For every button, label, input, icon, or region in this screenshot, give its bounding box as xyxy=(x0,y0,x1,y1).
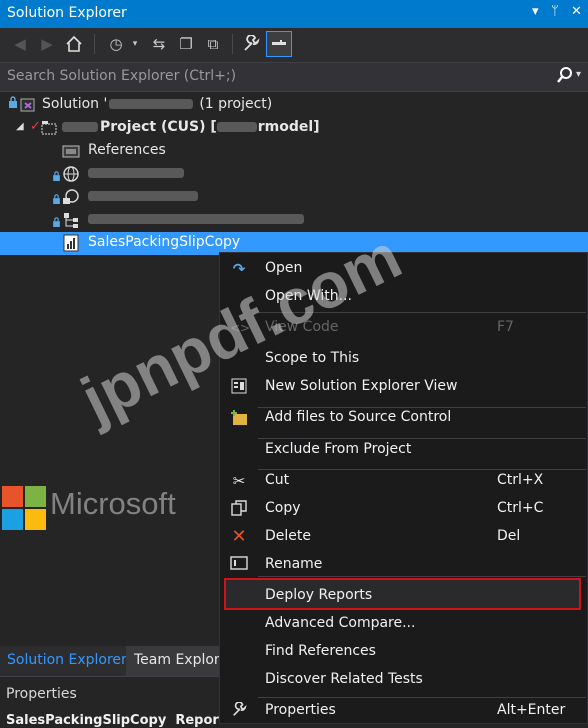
open-icon: ↷ xyxy=(232,260,246,278)
menu-item-properties[interactable]: Properties Alt+Enter xyxy=(220,697,587,725)
menu-item-exclude-from-project[interactable]: Exclude From Project xyxy=(220,436,587,464)
report-icon xyxy=(62,234,80,252)
tab-team-explorer[interactable]: Team Explore xyxy=(134,652,228,668)
rename-icon xyxy=(230,556,248,574)
properties-object: SalesPackingSlipCopy Report F xyxy=(6,713,239,728)
expand-arrow-icon[interactable]: ◢ xyxy=(16,121,24,132)
home-icon[interactable] xyxy=(63,33,85,55)
title-bar: Solution Explorer ▾ ᛘ ✕ xyxy=(0,0,588,28)
search-options-icon[interactable]: ▾ xyxy=(576,69,581,80)
search-bar[interactable]: Search Solution Explorer (Ctrl+;) ▾ xyxy=(0,62,588,92)
menu-item-advanced-compare[interactable]: Advanced Compare... xyxy=(220,610,587,638)
lock-icon xyxy=(53,169,60,185)
properties-title: Properties xyxy=(6,686,77,702)
hierarchy-icon xyxy=(62,211,80,229)
project-model: rmodel] xyxy=(257,119,320,135)
cut-icon: ✂ xyxy=(232,472,246,490)
globe-icon xyxy=(62,165,80,183)
search-icon[interactable] xyxy=(556,66,574,88)
redacted-text xyxy=(88,214,304,224)
bottom-tabs: Solution Explorer Team Explore xyxy=(0,646,228,676)
menu-item-discover-related-tests[interactable]: Discover Related Tests xyxy=(220,666,587,694)
menu-item-copy[interactable]: Copy Ctrl+C xyxy=(220,495,587,523)
menu-item-rename[interactable]: Rename xyxy=(220,551,587,579)
redacted-text xyxy=(88,168,184,178)
microsoft-logo xyxy=(2,486,46,534)
wrench-icon[interactable] xyxy=(240,33,262,55)
menu-item-find-references[interactable]: Find References xyxy=(220,638,587,666)
tree-item-redacted-1[interactable] xyxy=(0,163,588,186)
redacted-text xyxy=(109,99,194,109)
tree-item-solution[interactable]: Solution ' (1 project) xyxy=(0,94,588,117)
project-label: Project (CUS) [ xyxy=(100,119,217,135)
references-icon xyxy=(62,142,80,160)
window-title: Solution Explorer xyxy=(7,5,127,21)
lock-icon xyxy=(53,215,60,231)
search-input[interactable]: Search Solution Explorer (Ctrl+;) xyxy=(7,68,236,84)
tree-item-project[interactable]: ◢ ✓ Project (CUS) [rmodel] xyxy=(0,117,588,140)
pin-icon[interactable]: ᛘ xyxy=(551,4,559,19)
dropdown-arrow-icon[interactable]: ▾ xyxy=(532,4,539,19)
solution-icon xyxy=(19,96,37,114)
tree-item-redacted-2[interactable] xyxy=(0,186,588,209)
microsoft-text: Microsoft xyxy=(50,486,176,521)
back-icon[interactable]: ◀ xyxy=(9,33,31,55)
properties-panel: Properties SalesPackingSlipCopy Report F xyxy=(0,676,238,728)
menu-item-delete[interactable]: ✕ Delete Del xyxy=(220,523,587,551)
menu-item-cut[interactable]: ✂ Cut Ctrl+X xyxy=(220,467,587,495)
tab-solution-explorer[interactable]: Solution Explorer xyxy=(7,652,127,668)
service-icon xyxy=(62,188,80,206)
project-icon xyxy=(40,119,58,137)
redacted-text xyxy=(88,191,198,201)
redacted-text xyxy=(62,122,98,132)
collapse-all-icon[interactable]: ❐ xyxy=(175,33,197,55)
sync-icon[interactable]: ⇆ xyxy=(148,33,170,55)
show-all-files-icon[interactable]: ⧉ xyxy=(202,33,224,55)
toolbar: ◀ ▶ ◷ ▾ ⇆ ❐ ⧉ xyxy=(0,28,588,62)
close-icon[interactable]: ✕ xyxy=(571,4,582,19)
tree-item-references[interactable]: References xyxy=(0,140,588,163)
menu-item-deploy-reports[interactable]: Deploy Reports xyxy=(220,582,587,610)
wrench-icon xyxy=(230,701,248,720)
menu-item-new-solution-explorer-view[interactable]: New Solution Explorer View xyxy=(220,373,587,401)
solution-count: (1 project) xyxy=(199,96,273,112)
menu-item-add-to-source-control[interactable]: Add files to Source Control xyxy=(220,404,587,432)
new-view-icon xyxy=(230,378,248,396)
references-label: References xyxy=(88,142,166,158)
delete-icon: ✕ xyxy=(231,526,247,547)
selected-item-label: SalesPackingSlipCopy xyxy=(88,234,241,250)
solution-label: Solution ' xyxy=(42,96,108,112)
preview-selected-items-icon[interactable] xyxy=(266,31,292,57)
tree-item-redacted-3[interactable] xyxy=(0,209,588,232)
redacted-text xyxy=(216,122,257,132)
lock-icon xyxy=(53,192,60,208)
source-control-icon xyxy=(230,409,248,427)
forward-icon[interactable]: ▶ xyxy=(36,33,58,55)
history-dropdown-icon[interactable]: ▾ xyxy=(124,33,146,55)
copy-icon xyxy=(230,500,248,518)
